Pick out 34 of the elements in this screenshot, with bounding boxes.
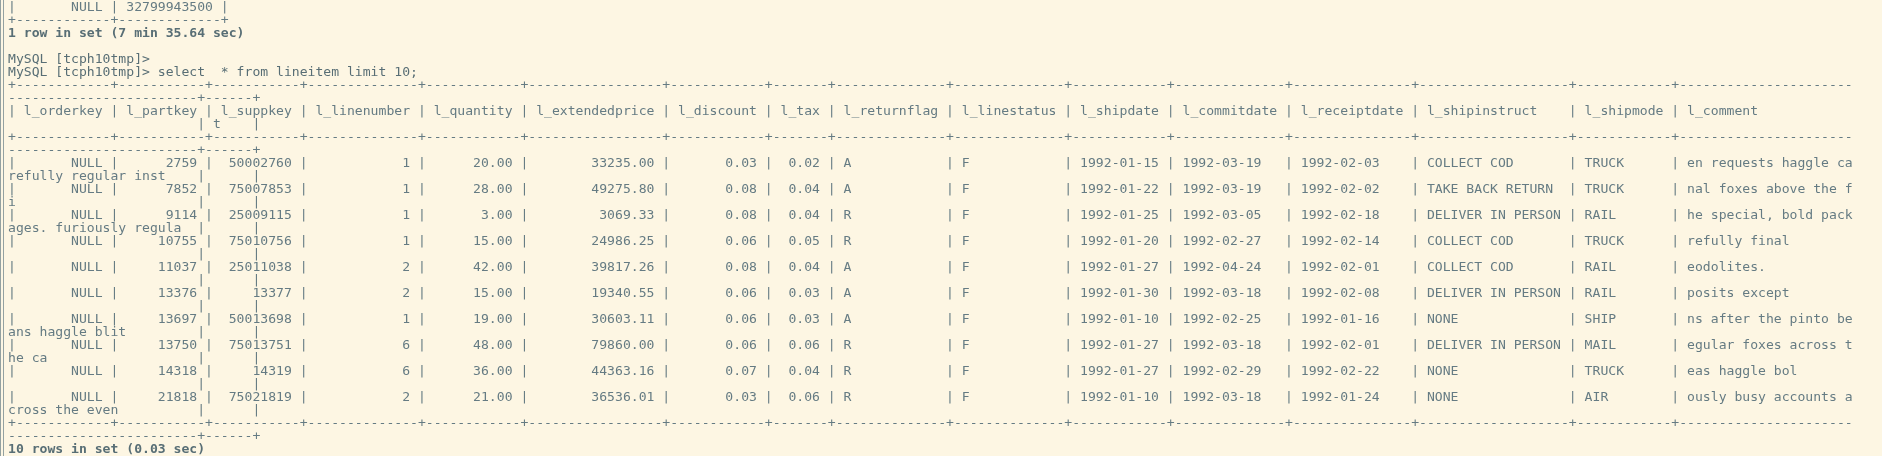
output-line: | NULL | 13750 | 75013751 | 6 | 48.00 | 79860.00 | 0.06 | 0.06 | R | F | 1992-01-27 | 1992-03-18 | 1992-02-01 | DELIVER IN PERSON | MAIL | egular foxes across t bbox=[8, 338, 1853, 351]
prompt-line: MySQL [tcph10tmp]> select * from lineitem limit 10; bbox=[8, 65, 418, 78]
output-line: +------------+-----------+-----------+--------------+------------+-----------------+------------+-------+--------------+--------------+------------+--------------+---------------+-------------------+------------+---------------------- bbox=[8, 130, 1853, 143]
output-line: i | | bbox=[8, 195, 261, 208]
output-line: | NULL | 32799943500 | bbox=[8, 0, 229, 13]
output-line: | | bbox=[196, 377, 261, 390]
output-line: | NULL | 13376 | 13377 | 2 | 15.00 | 19340.55 | 0.06 | 0.03 | A | F | 1992-01-30 | 1992-03-18 | 1992-02-08 | DELIVER IN PERSON | RAIL | posits except bbox=[8, 286, 1790, 299]
output-line: +------------+-----------+-----------+--------------+------------+-----------------+------------+-------+--------------+--------------+------------+--------------+---------------+-------------------+------------+---------------------- bbox=[8, 416, 1853, 429]
output-line: cross the even | | bbox=[8, 403, 261, 416]
output-line: +------------+-----------+-----------+--------------+------------+-----------------+------------+-------+--------------+--------------+------------+--------------+---------------+-------------------+------------+---------------------- bbox=[8, 78, 1853, 91]
output-line: | NULL | 11037 | 25011038 | 2 | 42.00 | 39817.26 | 0.08 | 0.04 | A | F | 1992-01-27 | 1992-04-24 | 1992-02-01 | COLLECT COD | RAIL | eodolites. bbox=[8, 260, 1766, 273]
output-line: ages. furiously regula | | bbox=[8, 221, 261, 234]
output-line: | t | bbox=[197, 117, 261, 130]
output-line: | NULL | 9114 | 25009115 | 1 | 3.00 | 3069.33 | 0.08 | 0.04 | R | F | 1992-01-25 | 1992-03-05 | 1992-02-18 | DELIVER IN PERSON | RAIL | he special, bold pack bbox=[8, 208, 1853, 221]
output-line: | NULL | 2759 | 50002760 | 1 | 20.00 | 33235.00 | 0.03 | 0.02 | A | F | 1992-01-15 | 1992-03-19 | 1992-02-03 | COLLECT COD | TRUCK | en requests haggle ca bbox=[8, 156, 1853, 169]
status-line: 1 row in set (7 min 35.64 sec) bbox=[8, 26, 245, 39]
output-line: ------------------------+------+ bbox=[8, 143, 261, 156]
output-line: ------------------------+------+ bbox=[8, 429, 261, 442]
output-line: +------------+-------------+ bbox=[8, 13, 229, 26]
output-line: he ca | | bbox=[8, 351, 261, 364]
output-line: | NULL | 10755 | 75010756 | 1 | 15.00 | 24986.25 | 0.06 | 0.05 | R | F | 1992-01-20 | 1992-02-27 | 1992-02-14 | COLLECT COD | TRUCK | refully final bbox=[8, 234, 1790, 247]
output-line: | NULL | 14318 | 14319 | 6 | 36.00 | 44363.16 | 0.07 | 0.04 | R | F | 1992-01-27 | 1992-02-29 | 1992-02-22 | NONE | TRUCK | eas haggle bol bbox=[8, 364, 1798, 377]
output-line: | NULL | 7852 | 75007853 | 1 | 28.00 | 49275.80 | 0.08 | 0.04 | A | F | 1992-01-22 | 1992-03-19 | 1992-02-02 | TAKE BACK RETURN | TRUCK | nal foxes above the f bbox=[8, 182, 1853, 195]
output-line: ans haggle blit | | bbox=[8, 325, 261, 338]
output-line: ------------------------+------+ bbox=[8, 91, 261, 104]
output-line: refully regular inst | | bbox=[8, 169, 261, 182]
prompt-line: MySQL [tcph10tmp]> bbox=[8, 52, 150, 65]
output-line: | NULL | 21818 | 75021819 | 2 | 21.00 | 36536.01 | 0.03 | 0.06 | R | F | 1992-01-10 | 1992-03-18 | 1992-01-24 | NONE | AIR | ously busy accounts a bbox=[8, 390, 1853, 403]
output-line: | | bbox=[196, 273, 261, 286]
status-line: 10 rows in set (0.03 sec) bbox=[8, 442, 206, 455]
output-line: | NULL | 13697 | 50013698 | 1 | 19.00 | 30603.11 | 0.06 | 0.03 | A | F | 1992-01-10 | 1992-02-25 | 1992-01-16 | NONE | SHIP | ns after the pinto be bbox=[8, 312, 1853, 325]
output-line: | l_orderkey | l_partkey | l_suppkey | l_linenumber | l_quantity | l_extendedprice | l_discount | l_tax | l_returnflag | l_linestatus | l_shipdate | l_commitdate | l_receiptdate | l_shipinstruct | l_shipmode | l_comment bbox=[8, 104, 1759, 117]
output-line: | | bbox=[196, 247, 261, 260]
output-line: | | bbox=[196, 299, 261, 312]
